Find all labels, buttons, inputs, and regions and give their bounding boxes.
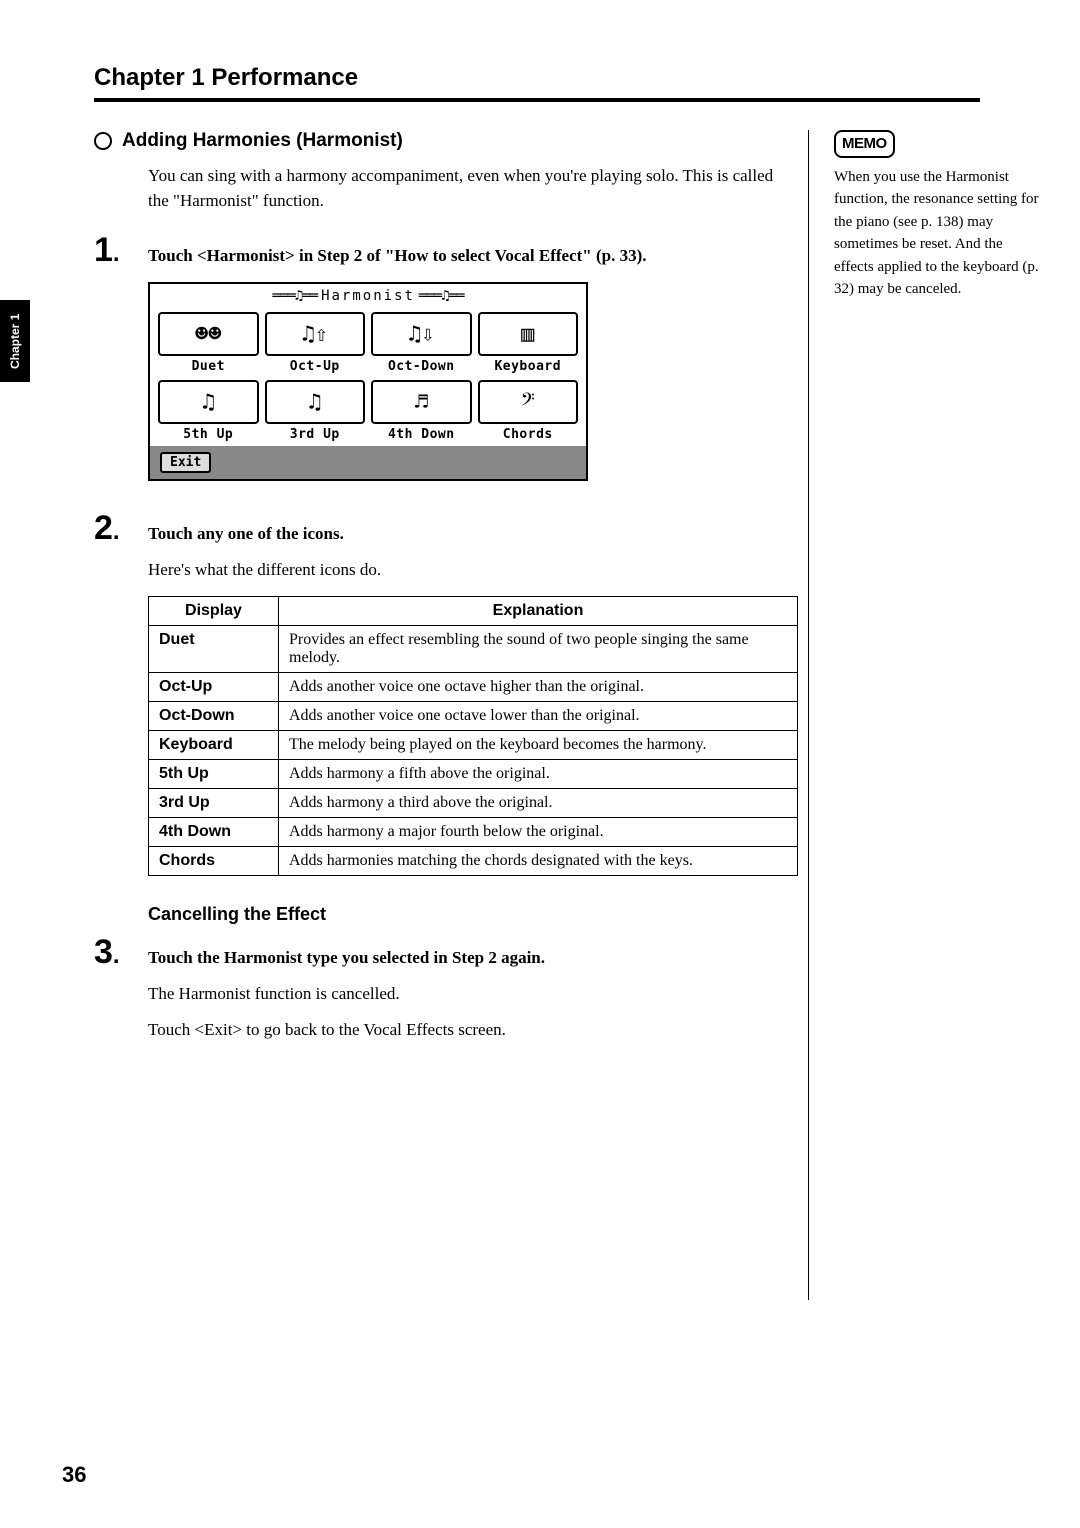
intro-paragraph: You can sing with a harmony accompanimen…	[148, 164, 798, 213]
chapter-side-tab: Chapter 1	[0, 300, 30, 382]
step-2: 2. Touch any one of the icons.	[94, 511, 798, 546]
fifth-up-icon[interactable]: ♫	[158, 380, 259, 424]
step-text: Touch any one of the icons.	[148, 522, 344, 546]
table-row: Oct-UpAdds another voice one octave high…	[149, 672, 798, 701]
step-number: 3.	[94, 935, 134, 969]
table-row: KeyboardThe melody being played on the k…	[149, 730, 798, 759]
main-column: Adding Harmonies (Harmonist) You can sin…	[0, 130, 798, 1056]
step-3-followup-1: The Harmonist function is cancelled.	[148, 984, 798, 1004]
fourth-down-icon[interactable]: ♬	[371, 380, 472, 424]
memo-icon: MEMO	[834, 130, 895, 158]
keyboard-label: Keyboard	[478, 359, 579, 374]
screenshot-title: Harmonist	[150, 284, 586, 308]
column-divider	[808, 130, 810, 1300]
table-row: 3rd UpAdds harmony a third above the ori…	[149, 788, 798, 817]
step-text: Touch <Harmonist> in Step 2 of "How to s…	[148, 244, 647, 268]
title-rule	[94, 98, 980, 102]
keyboard-icon[interactable]: ▥	[478, 312, 579, 356]
oct-up-icon[interactable]: ♫⇧	[265, 312, 366, 356]
table-header-display: Display	[149, 596, 279, 625]
third-up-icon[interactable]: ♫	[265, 380, 366, 424]
icon-grid: ☻☻ Duet ♫⇧ Oct-Up ♫⇩ Oct-Down ▥ Keyboard ♫ 5t…	[150, 308, 586, 446]
chords-label: Chords	[478, 427, 579, 442]
harmonist-screenshot: Harmonist ☻☻ Duet ♫⇧ Oct-Up ♫⇩ Oct-Down ▥ Ke…	[148, 282, 588, 481]
chapter-title: Chapter 1 Performance	[94, 64, 1080, 92]
oct-down-icon[interactable]: ♫⇩	[371, 312, 472, 356]
table-header-explanation: Explanation	[279, 596, 798, 625]
chords-icon[interactable]: 𝄢	[478, 380, 579, 424]
step-2-followup: Here's what the different icons do.	[148, 560, 798, 580]
step-3-followup-2: Touch <Exit> to go back to the Vocal Eff…	[148, 1020, 798, 1040]
exit-button[interactable]: Exit	[160, 452, 211, 473]
step-text: Touch the Harmonist type you selected in…	[148, 946, 545, 970]
third-up-label: 3rd Up	[265, 427, 366, 442]
step-3: 3. Touch the Harmonist type you selected…	[94, 935, 798, 970]
bullet-circle-icon	[94, 132, 112, 150]
fourth-down-label: 4th Down	[371, 427, 472, 442]
page-number: 36	[62, 1462, 86, 1488]
fifth-up-label: 5th Up	[158, 427, 259, 442]
table-row: 4th DownAdds harmony a major fourth belo…	[149, 817, 798, 846]
table-row: DuetProvides an effect resembling the so…	[149, 625, 798, 672]
oct-down-label: Oct-Down	[371, 359, 472, 374]
step-number: 1.	[94, 233, 134, 267]
step-number: 2.	[94, 511, 134, 545]
section-heading: Adding Harmonies (Harmonist)	[94, 130, 798, 152]
explanation-table: Display Explanation DuetProvides an effe…	[148, 596, 798, 876]
table-row: 5th UpAdds harmony a fifth above the ori…	[149, 759, 798, 788]
step-1: 1. Touch <Harmonist> in Step 2 of "How t…	[94, 233, 798, 268]
duet-icon[interactable]: ☻☻	[158, 312, 259, 356]
section-heading-text: Adding Harmonies (Harmonist)	[122, 130, 403, 152]
side-column: MEMO When you use the Harmonist function…	[810, 130, 1080, 301]
table-row: Oct-DownAdds another voice one octave lo…	[149, 701, 798, 730]
oct-up-label: Oct-Up	[265, 359, 366, 374]
table-row: ChordsAdds harmonies matching the chords…	[149, 846, 798, 875]
cancel-heading: Cancelling the Effect	[148, 904, 798, 925]
memo-text: When you use the Harmonist function, the…	[834, 166, 1040, 301]
duet-label: Duet	[158, 359, 259, 374]
